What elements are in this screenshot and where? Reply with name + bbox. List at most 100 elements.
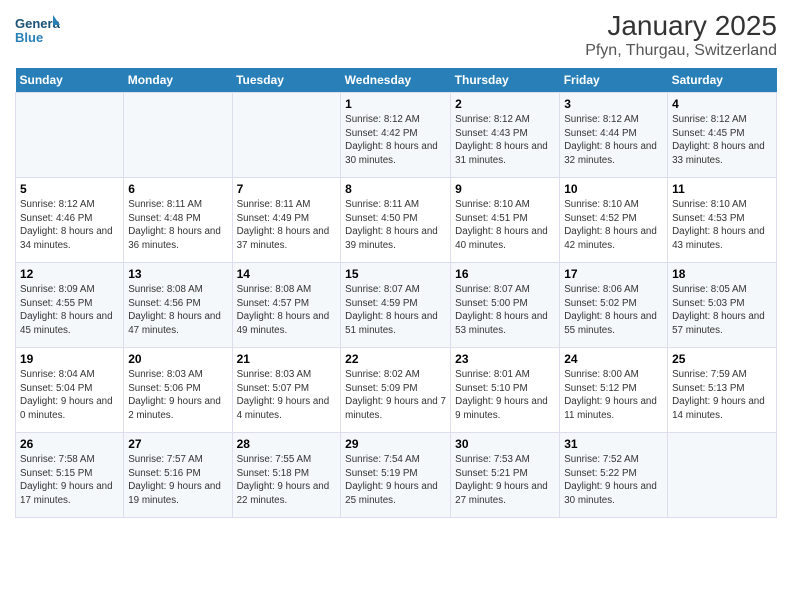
- daylight-text: Daylight: 8 hours and 47 minutes.: [128, 311, 221, 336]
- day-number: 4: [672, 97, 772, 111]
- sunrise-text: Sunrise: 8:12 AM: [672, 114, 747, 125]
- calendar-day-cell: 17 Sunrise: 8:06 AM Sunset: 5:02 PM Dayl…: [560, 263, 668, 348]
- daylight-text: Daylight: 9 hours and 0 minutes.: [20, 396, 113, 421]
- day-number: 5: [20, 182, 119, 196]
- calendar-day-cell: 21 Sunrise: 8:03 AM Sunset: 5:07 PM Dayl…: [232, 348, 341, 433]
- sunrise-text: Sunrise: 8:01 AM: [455, 369, 530, 380]
- day-info: Sunrise: 8:01 AM Sunset: 5:10 PM Dayligh…: [455, 368, 555, 423]
- day-info: Sunrise: 8:04 AM Sunset: 5:04 PM Dayligh…: [20, 368, 119, 423]
- sunset-text: Sunset: 4:43 PM: [455, 128, 527, 139]
- day-info: Sunrise: 8:12 AM Sunset: 4:43 PM Dayligh…: [455, 113, 555, 168]
- header-saturday: Saturday: [668, 68, 777, 93]
- day-number: 17: [564, 267, 663, 281]
- sunrise-text: Sunrise: 8:11 AM: [237, 199, 311, 210]
- sunset-text: Sunset: 5:21 PM: [455, 468, 527, 479]
- day-number: 11: [672, 182, 772, 196]
- calendar-day-cell: 24 Sunrise: 8:00 AM Sunset: 5:12 PM Dayl…: [560, 348, 668, 433]
- sunrise-text: Sunrise: 7:59 AM: [672, 369, 747, 380]
- header-friday: Friday: [560, 68, 668, 93]
- sunrise-text: Sunrise: 8:04 AM: [20, 369, 95, 380]
- day-info: Sunrise: 7:58 AM Sunset: 5:15 PM Dayligh…: [20, 453, 119, 508]
- day-info: Sunrise: 8:05 AM Sunset: 5:03 PM Dayligh…: [672, 283, 772, 338]
- calendar-day-cell: 25 Sunrise: 7:59 AM Sunset: 5:13 PM Dayl…: [668, 348, 777, 433]
- calendar-day-cell: 2 Sunrise: 8:12 AM Sunset: 4:43 PM Dayli…: [451, 93, 560, 178]
- day-number: 26: [20, 437, 119, 451]
- calendar-day-cell: 5 Sunrise: 8:12 AM Sunset: 4:46 PM Dayli…: [16, 178, 124, 263]
- sunrise-text: Sunrise: 8:11 AM: [345, 199, 419, 210]
- sunset-text: Sunset: 5:15 PM: [20, 468, 92, 479]
- sunset-text: Sunset: 4:51 PM: [455, 213, 527, 224]
- daylight-text: Daylight: 8 hours and 32 minutes.: [564, 141, 657, 166]
- daylight-text: Daylight: 8 hours and 51 minutes.: [345, 311, 438, 336]
- day-number: 7: [237, 182, 337, 196]
- sunrise-text: Sunrise: 8:03 AM: [128, 369, 203, 380]
- calendar-day-cell: 4 Sunrise: 8:12 AM Sunset: 4:45 PM Dayli…: [668, 93, 777, 178]
- sunrise-text: Sunrise: 8:03 AM: [237, 369, 312, 380]
- sunrise-text: Sunrise: 8:08 AM: [128, 284, 203, 295]
- header-wednesday: Wednesday: [341, 68, 451, 93]
- sunset-text: Sunset: 5:16 PM: [128, 468, 200, 479]
- day-info: Sunrise: 8:08 AM Sunset: 4:57 PM Dayligh…: [237, 283, 337, 338]
- sunrise-text: Sunrise: 8:07 AM: [345, 284, 420, 295]
- sunrise-text: Sunrise: 8:12 AM: [20, 199, 95, 210]
- calendar-day-cell: 29 Sunrise: 7:54 AM Sunset: 5:19 PM Dayl…: [341, 433, 451, 518]
- day-number: 12: [20, 267, 119, 281]
- sunset-text: Sunset: 5:19 PM: [345, 468, 417, 479]
- day-number: 20: [128, 352, 227, 366]
- calendar-day-cell: 6 Sunrise: 8:11 AM Sunset: 4:48 PM Dayli…: [124, 178, 232, 263]
- calendar-day-cell: 9 Sunrise: 8:10 AM Sunset: 4:51 PM Dayli…: [451, 178, 560, 263]
- day-info: Sunrise: 7:59 AM Sunset: 5:13 PM Dayligh…: [672, 368, 772, 423]
- day-info: Sunrise: 8:10 AM Sunset: 4:53 PM Dayligh…: [672, 198, 772, 253]
- daylight-text: Daylight: 9 hours and 30 minutes.: [564, 481, 657, 506]
- calendar-day-cell: 27 Sunrise: 7:57 AM Sunset: 5:16 PM Dayl…: [124, 433, 232, 518]
- daylight-text: Daylight: 8 hours and 40 minutes.: [455, 226, 548, 251]
- sunrise-text: Sunrise: 8:10 AM: [564, 199, 639, 210]
- calendar-week-row: 26 Sunrise: 7:58 AM Sunset: 5:15 PM Dayl…: [16, 433, 777, 518]
- day-number: 23: [455, 352, 555, 366]
- calendar-day-cell: 16 Sunrise: 8:07 AM Sunset: 5:00 PM Dayl…: [451, 263, 560, 348]
- calendar-day-cell: [16, 93, 124, 178]
- sunrise-text: Sunrise: 7:54 AM: [345, 454, 420, 465]
- sunset-text: Sunset: 5:00 PM: [455, 298, 527, 309]
- calendar-day-cell: 8 Sunrise: 8:11 AM Sunset: 4:50 PM Dayli…: [341, 178, 451, 263]
- calendar-day-cell: 26 Sunrise: 7:58 AM Sunset: 5:15 PM Dayl…: [16, 433, 124, 518]
- sunrise-text: Sunrise: 7:53 AM: [455, 454, 530, 465]
- day-number: 16: [455, 267, 555, 281]
- day-info: Sunrise: 8:12 AM Sunset: 4:44 PM Dayligh…: [564, 113, 663, 168]
- sunset-text: Sunset: 4:59 PM: [345, 298, 417, 309]
- sunset-text: Sunset: 4:44 PM: [564, 128, 636, 139]
- calendar-week-row: 5 Sunrise: 8:12 AM Sunset: 4:46 PM Dayli…: [16, 178, 777, 263]
- page-header: General Blue January 2025 Pfyn, Thurgau,…: [15, 10, 777, 60]
- sunrise-text: Sunrise: 8:12 AM: [345, 114, 420, 125]
- calendar-day-cell: 10 Sunrise: 8:10 AM Sunset: 4:52 PM Dayl…: [560, 178, 668, 263]
- sunset-text: Sunset: 4:55 PM: [20, 298, 92, 309]
- sunset-text: Sunset: 5:04 PM: [20, 383, 92, 394]
- day-number: 29: [345, 437, 446, 451]
- day-number: 3: [564, 97, 663, 111]
- sunrise-text: Sunrise: 7:52 AM: [564, 454, 639, 465]
- sunrise-text: Sunrise: 8:09 AM: [20, 284, 95, 295]
- day-number: 28: [237, 437, 337, 451]
- calendar-day-cell: 3 Sunrise: 8:12 AM Sunset: 4:44 PM Dayli…: [560, 93, 668, 178]
- day-number: 14: [237, 267, 337, 281]
- calendar-day-cell: 15 Sunrise: 8:07 AM Sunset: 4:59 PM Dayl…: [341, 263, 451, 348]
- day-number: 9: [455, 182, 555, 196]
- calendar-day-cell: 22 Sunrise: 8:02 AM Sunset: 5:09 PM Dayl…: [341, 348, 451, 433]
- day-number: 2: [455, 97, 555, 111]
- day-number: 22: [345, 352, 446, 366]
- day-info: Sunrise: 8:02 AM Sunset: 5:09 PM Dayligh…: [345, 368, 446, 423]
- day-info: Sunrise: 8:10 AM Sunset: 4:52 PM Dayligh…: [564, 198, 663, 253]
- logo-icon: General Blue: [15, 10, 55, 50]
- daylight-text: Daylight: 8 hours and 39 minutes.: [345, 226, 438, 251]
- daylight-text: Daylight: 9 hours and 7 minutes.: [345, 396, 446, 421]
- calendar-day-cell: [124, 93, 232, 178]
- daylight-text: Daylight: 8 hours and 36 minutes.: [128, 226, 221, 251]
- daylight-text: Daylight: 8 hours and 57 minutes.: [672, 311, 765, 336]
- header-sunday: Sunday: [16, 68, 124, 93]
- header-thursday: Thursday: [451, 68, 560, 93]
- day-number: 24: [564, 352, 663, 366]
- sunset-text: Sunset: 5:22 PM: [564, 468, 636, 479]
- sunset-text: Sunset: 5:09 PM: [345, 383, 417, 394]
- sunrise-text: Sunrise: 7:55 AM: [237, 454, 312, 465]
- sunset-text: Sunset: 4:56 PM: [128, 298, 200, 309]
